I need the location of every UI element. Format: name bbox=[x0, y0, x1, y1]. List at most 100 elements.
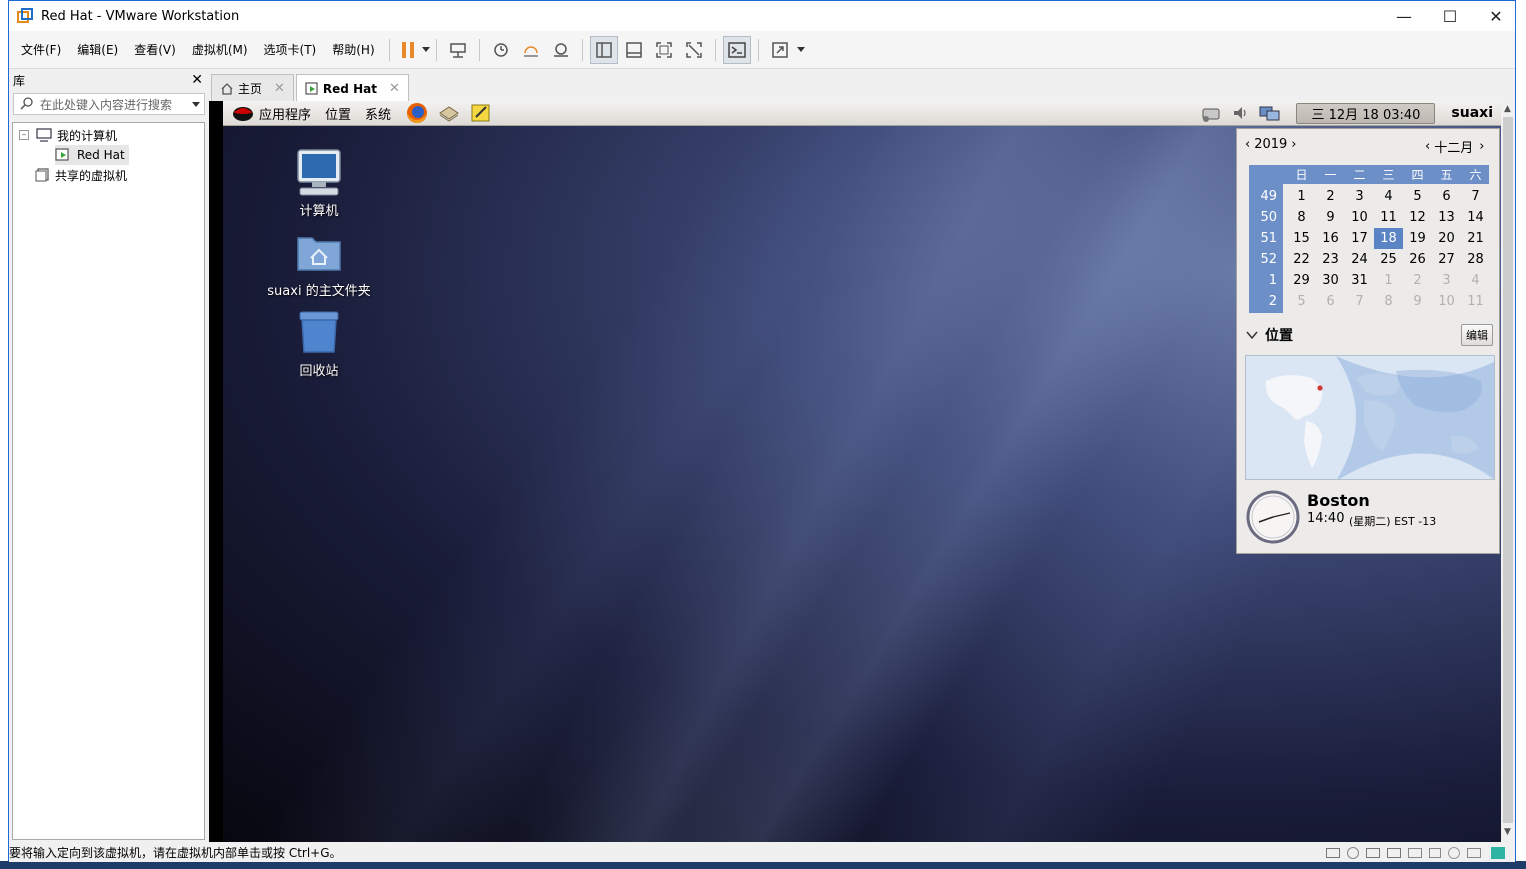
tree-item-my-computer[interactable]: – 我的计算机 bbox=[19, 125, 117, 145]
calendar-day[interactable]: 9 bbox=[1316, 207, 1345, 228]
printer-status-icon[interactable] bbox=[1408, 847, 1422, 858]
pause-button[interactable] bbox=[397, 36, 419, 64]
calendar-day[interactable]: 24 bbox=[1345, 249, 1374, 270]
vm-vertical-scrollbar[interactable]: ▲ ▼ bbox=[1501, 101, 1515, 842]
hdd-status-icon[interactable] bbox=[1326, 847, 1340, 858]
calendar-day[interactable]: 23 bbox=[1316, 249, 1345, 270]
cdrom-status-icon[interactable] bbox=[1347, 846, 1359, 859]
panel-clock[interactable]: 三 12月 18 03:40 bbox=[1296, 102, 1436, 124]
prev-month-icon[interactable]: ‹ bbox=[1425, 139, 1430, 154]
menu-tabs[interactable]: 选项卡(T) bbox=[256, 41, 325, 58]
panel-menu-places[interactable]: 位置 bbox=[325, 104, 351, 123]
calendar-day[interactable]: 25 bbox=[1374, 249, 1403, 270]
minimize-button[interactable]: — bbox=[1381, 1, 1427, 31]
scrollbar-thumb[interactable] bbox=[1503, 117, 1513, 823]
calendar-day[interactable]: 7 bbox=[1345, 291, 1374, 312]
storage-status-icon[interactable] bbox=[1467, 847, 1481, 858]
next-month-icon[interactable]: › bbox=[1479, 139, 1484, 154]
sound-status-icon[interactable] bbox=[1429, 847, 1441, 858]
network-adapter-status-icon[interactable] bbox=[1366, 847, 1380, 858]
message-log-icon[interactable] bbox=[1491, 846, 1505, 859]
calendar-day[interactable]: 27 bbox=[1432, 249, 1461, 270]
show-library-button[interactable] bbox=[589, 35, 618, 64]
next-year-icon[interactable]: › bbox=[1291, 137, 1296, 152]
calendar-day[interactable]: 6 bbox=[1432, 186, 1461, 207]
calendar-day[interactable]: 16 bbox=[1316, 228, 1345, 249]
calendar-day[interactable]: 8 bbox=[1374, 291, 1403, 312]
full-screen-button[interactable] bbox=[650, 36, 678, 64]
tab-redhat-close-icon[interactable]: ✕ bbox=[389, 81, 400, 96]
menu-help[interactable]: 帮助(H) bbox=[324, 41, 382, 58]
calendar-day[interactable]: 5 bbox=[1287, 291, 1316, 312]
calendar-day[interactable]: 22 bbox=[1287, 249, 1316, 270]
calendar-day[interactable]: 31 bbox=[1345, 270, 1374, 291]
tab-home[interactable]: 主页 ✕ bbox=[211, 74, 294, 102]
close-button[interactable]: ✕ bbox=[1473, 1, 1519, 31]
collapse-toggle-icon[interactable]: – bbox=[19, 130, 29, 140]
tree-item-vm-redhat[interactable]: Red Hat bbox=[55, 145, 129, 165]
calendar-day[interactable]: 8 bbox=[1287, 207, 1316, 228]
revert-snapshot-button[interactable] bbox=[517, 36, 545, 64]
calendar-day[interactable]: 26 bbox=[1403, 249, 1432, 270]
pause-dropdown-arrow[interactable] bbox=[420, 47, 430, 52]
volume-icon[interactable] bbox=[1230, 103, 1252, 123]
tab-home-close-icon[interactable]: ✕ bbox=[274, 81, 285, 96]
menu-vm[interactable]: 虚拟机(M) bbox=[184, 41, 256, 58]
calendar-day[interactable]: 5 bbox=[1403, 186, 1432, 207]
calendar-day[interactable]: 20 bbox=[1432, 228, 1461, 249]
calendar-day[interactable]: 4 bbox=[1374, 186, 1403, 207]
redhat-logo-icon[interactable] bbox=[231, 103, 255, 123]
calendar-day[interactable]: 2 bbox=[1403, 270, 1432, 291]
calendar-day[interactable]: 9 bbox=[1403, 291, 1432, 312]
calendar-day[interactable]: 28 bbox=[1461, 249, 1490, 270]
calendar-day[interactable]: 15 bbox=[1287, 228, 1316, 249]
panel-username[interactable]: suaxi bbox=[1451, 105, 1493, 121]
stretch-dropdown-arrow[interactable] bbox=[795, 47, 805, 52]
prev-year-icon[interactable]: ‹ bbox=[1245, 137, 1250, 152]
expander-down-icon[interactable] bbox=[1245, 329, 1259, 341]
search-dropdown-arrow[interactable] bbox=[192, 101, 200, 107]
menu-view[interactable]: 查看(V) bbox=[126, 41, 184, 58]
take-snapshot-button[interactable] bbox=[487, 36, 515, 64]
snapshot-manager-button[interactable] bbox=[547, 36, 575, 64]
show-thumbnail-bar-button[interactable] bbox=[620, 36, 648, 64]
maximize-button[interactable]: ☐ bbox=[1427, 1, 1473, 31]
calendar-day[interactable]: 10 bbox=[1432, 291, 1461, 312]
desktop-icon-home[interactable]: suaxi 的主文件夹 bbox=[259, 230, 379, 299]
calendar-day[interactable]: 10 bbox=[1345, 207, 1374, 228]
calendar-day[interactable]: 3 bbox=[1345, 186, 1374, 207]
calendar-day[interactable]: 17 bbox=[1345, 228, 1374, 249]
calendar-day[interactable]: 3 bbox=[1432, 270, 1461, 291]
stretch-guest-button[interactable] bbox=[766, 36, 794, 64]
scroll-down-arrow-icon[interactable]: ▼ bbox=[1504, 827, 1511, 837]
desktop-icon-trash[interactable]: 回收站 bbox=[259, 310, 379, 379]
calendar-day[interactable]: 2 bbox=[1316, 186, 1345, 207]
calendar-day[interactable]: 6 bbox=[1316, 291, 1345, 312]
firefox-icon[interactable] bbox=[405, 102, 429, 124]
menu-file[interactable]: 文件(F) bbox=[13, 41, 69, 58]
usb-status-icon[interactable] bbox=[1387, 847, 1401, 858]
calendar-day[interactable]: 21 bbox=[1461, 228, 1490, 249]
desktop-icon-computer[interactable]: 计算机 bbox=[259, 148, 379, 219]
calendar-day[interactable]: 1 bbox=[1374, 270, 1403, 291]
locations-edit-button[interactable]: 编辑 bbox=[1461, 324, 1493, 346]
panel-menu-system[interactable]: 系统 bbox=[365, 104, 391, 123]
send-ctrl-alt-del-button[interactable] bbox=[444, 36, 472, 64]
console-view-button[interactable] bbox=[722, 35, 751, 64]
unity-mode-button[interactable] bbox=[680, 36, 708, 64]
location-entry-boston[interactable]: Boston 14:40 (星期二) EST -13 bbox=[1245, 489, 1495, 547]
calendar-day[interactable]: 4 bbox=[1461, 270, 1490, 291]
calendar-day[interactable]: 30 bbox=[1316, 270, 1345, 291]
text-editor-icon[interactable] bbox=[469, 103, 493, 123]
calendar-day[interactable]: 19 bbox=[1403, 228, 1432, 249]
network-manager-icon[interactable] bbox=[1258, 103, 1282, 123]
library-close-icon[interactable]: ✕ bbox=[191, 72, 203, 88]
calendar-day[interactable]: 18 bbox=[1374, 228, 1403, 249]
display-status-icon[interactable] bbox=[1448, 846, 1460, 859]
calendar-day[interactable]: 13 bbox=[1432, 207, 1461, 228]
tab-redhat[interactable]: Red Hat ✕ bbox=[295, 74, 409, 102]
tree-item-shared-vms[interactable]: 共享的虚拟机 bbox=[35, 165, 127, 185]
scroll-up-arrow-icon[interactable]: ▲ bbox=[1504, 104, 1511, 114]
library-search-input[interactable]: 在此处键入内容进行搜索 bbox=[13, 93, 205, 115]
calendar-day[interactable]: 29 bbox=[1287, 270, 1316, 291]
